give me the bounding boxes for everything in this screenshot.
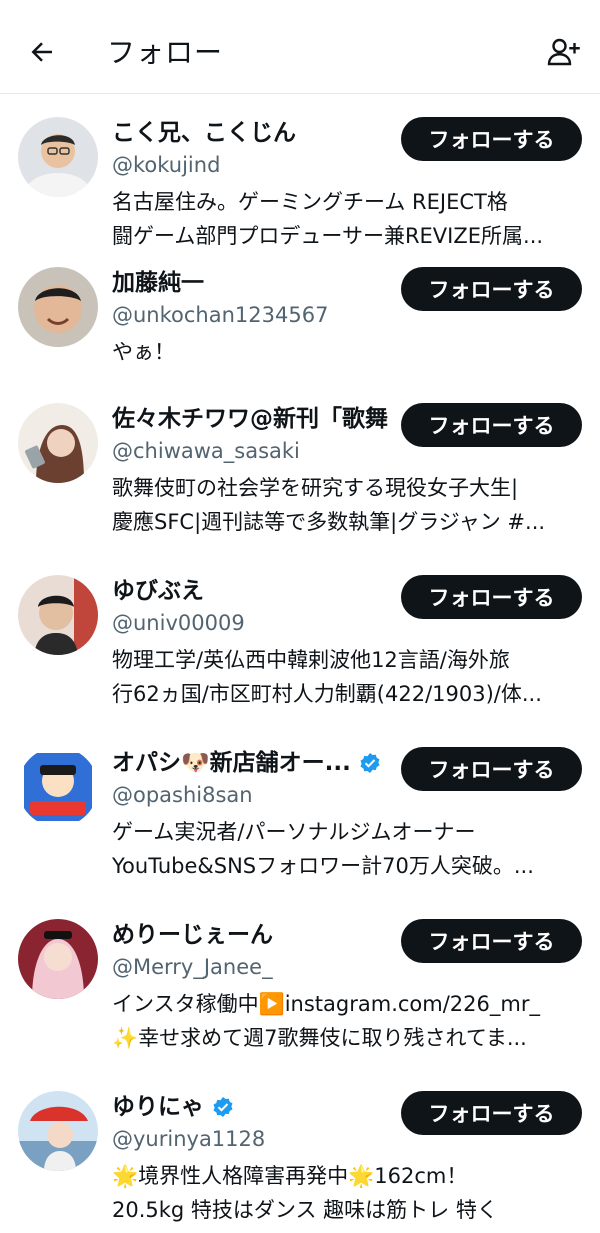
user-bio: ゲーム実況者/パーソナルジムオーナー YouTube&SNSフォロワー計70万人… (112, 815, 582, 883)
user-bio: 歌舞伎町の社会学を研究する現役女子大生| 慶應SFC|週刊誌等で多数執筆|グラジ… (112, 471, 582, 539)
follow-button[interactable]: フォローする (401, 575, 582, 619)
user-name-line: ゆりにゃ (112, 1091, 392, 1123)
user-name: オパシ🐶新店舗オー... (112, 750, 351, 776)
bio-line: 慶應SFC|週刊誌等で多数執筆|グラジャン #... (112, 510, 546, 534)
user-name-line: ゆびぶえ (112, 575, 392, 607)
bio-line: やぁ！ (112, 340, 175, 364)
person-add-icon (547, 38, 580, 66)
user-row[interactable]: オパシ🐶新店舗オー... @opashi8san フォローする ゲーム実況者/パ… (0, 747, 600, 919)
avatar[interactable] (18, 267, 98, 347)
user-handle: @unkochan1234567 (112, 303, 329, 327)
follow-button[interactable]: フォローする (401, 403, 582, 447)
bio-line: 歌舞伎町の社会学を研究する現役女子大生| (112, 476, 519, 500)
bio-line: 名古屋住み。ゲーミングチーム REJECT格 (112, 190, 508, 214)
user-name-line: こく兄、こくじん (112, 117, 392, 149)
avatar[interactable] (18, 919, 98, 999)
user-bio: やぁ！ (112, 335, 582, 369)
avatar[interactable] (18, 1091, 98, 1171)
bio-line: 物理工学/英仏西中韓剌波他12言語/海外旅 (112, 648, 510, 672)
user-name-line: 佐々木チワワ@新刊「歌舞 (112, 403, 392, 435)
bio-line: 20.5kg 特技はダンス 趣味は筋トレ 特く (112, 1198, 498, 1222)
user-row[interactable]: ゆびぶえ @univ00009 フォローする 物理工学/英仏西中韓剌波他12言語… (0, 575, 600, 747)
avatar[interactable] (18, 575, 98, 655)
avatar[interactable] (18, 117, 98, 197)
user-name: ゆりにゃ (112, 1094, 204, 1120)
user-bio: インスタ稼働中▶️instagram.com/226_mr_ ✨幸せ求めて週7歌… (112, 987, 582, 1055)
user-bio: 物理工学/英仏西中韓剌波他12言語/海外旅 行62ヵ国/市区町村人力制覇(422… (112, 643, 582, 711)
follow-button[interactable]: フォローする (401, 919, 582, 963)
user-handle: @opashi8san (112, 783, 253, 807)
bio-line: 闘ゲーム部門プロデューサー兼REVIZE所属... (112, 224, 544, 248)
arrow-left-icon (31, 42, 52, 62)
user-name-line: めりーじぇーん (112, 919, 392, 951)
user-name: 加藤純一 (112, 270, 204, 296)
user-handle: @kokujind (112, 153, 221, 177)
verified-badge-icon (360, 753, 380, 773)
follow-button[interactable]: フォローする (401, 267, 582, 311)
back-button[interactable] (22, 32, 62, 72)
bio-line: 🌟境界性人格障害再発中🌟162cm！ (112, 1164, 468, 1188)
user-name: 佐々木チワワ@新刊「歌舞 (112, 406, 388, 432)
user-name-line: オパシ🐶新店舗オー... (112, 747, 392, 779)
user-bio: 🌟境界性人格障害再発中🌟162cm！ 20.5kg 特技はダンス 趣味は筋トレ … (112, 1159, 582, 1227)
bio-line: ✨幸せ求めて週7歌舞伎に取り残されてま... (112, 1026, 527, 1050)
user-row[interactable]: ゆりにゃ @yurinya1128 フォローする 🌟境界性人格障害再発中🌟162… (0, 1091, 600, 1233)
user-handle: @univ00009 (112, 611, 245, 635)
page-title: フォロー (107, 36, 224, 69)
bio-line: インスタ稼働中▶️instagram.com/226_mr_ (112, 992, 540, 1016)
user-handle: @chiwawa_sasaki (112, 439, 300, 463)
user-bio: 名古屋住み。ゲーミングチーム REJECT格 闘ゲーム部門プロデューサー兼REV… (112, 185, 582, 253)
top-app-bar: フォロー (0, 0, 600, 94)
follow-button[interactable]: フォローする (401, 747, 582, 791)
verified-badge-icon (213, 1097, 233, 1117)
user-name-line: 加藤純一 (112, 267, 392, 299)
user-handle: @Merry_Janee_ (112, 955, 273, 979)
bio-line: ゲーム実況者/パーソナルジムオーナー (112, 820, 476, 844)
follow-button[interactable]: フォローする (401, 1091, 582, 1135)
add-user-button[interactable] (542, 32, 586, 72)
user-row[interactable]: 加藤純一 @unkochan1234567 フォローする やぁ！ (0, 267, 600, 403)
user-name: ゆびぶえ (112, 578, 204, 604)
avatar[interactable] (18, 747, 98, 827)
user-row[interactable]: めりーじぇーん @Merry_Janee_ フォローする インスタ稼働中▶️in… (0, 919, 600, 1091)
user-name: めりーじぇーん (112, 922, 273, 948)
user-handle: @yurinya1128 (112, 1127, 266, 1151)
user-row[interactable]: 佐々木チワワ@新刊「歌舞 @chiwawa_sasaki フォローする 歌舞伎町… (0, 403, 600, 575)
user-name: こく兄、こくじん (112, 120, 296, 146)
user-row[interactable]: こく兄、こくじん @kokujind フォローする 名古屋住み。ゲーミングチーム… (0, 117, 600, 267)
avatar[interactable] (18, 403, 98, 483)
follow-button[interactable]: フォローする (401, 117, 582, 161)
following-list: こく兄、こくじん @kokujind フォローする 名古屋住み。ゲーミングチーム… (0, 95, 600, 1233)
bio-line: 行62ヵ国/市区町村人力制覇(422/1903)/体... (112, 682, 542, 706)
bio-line: YouTube&SNSフォロワー計70万人突破。... (112, 854, 534, 878)
